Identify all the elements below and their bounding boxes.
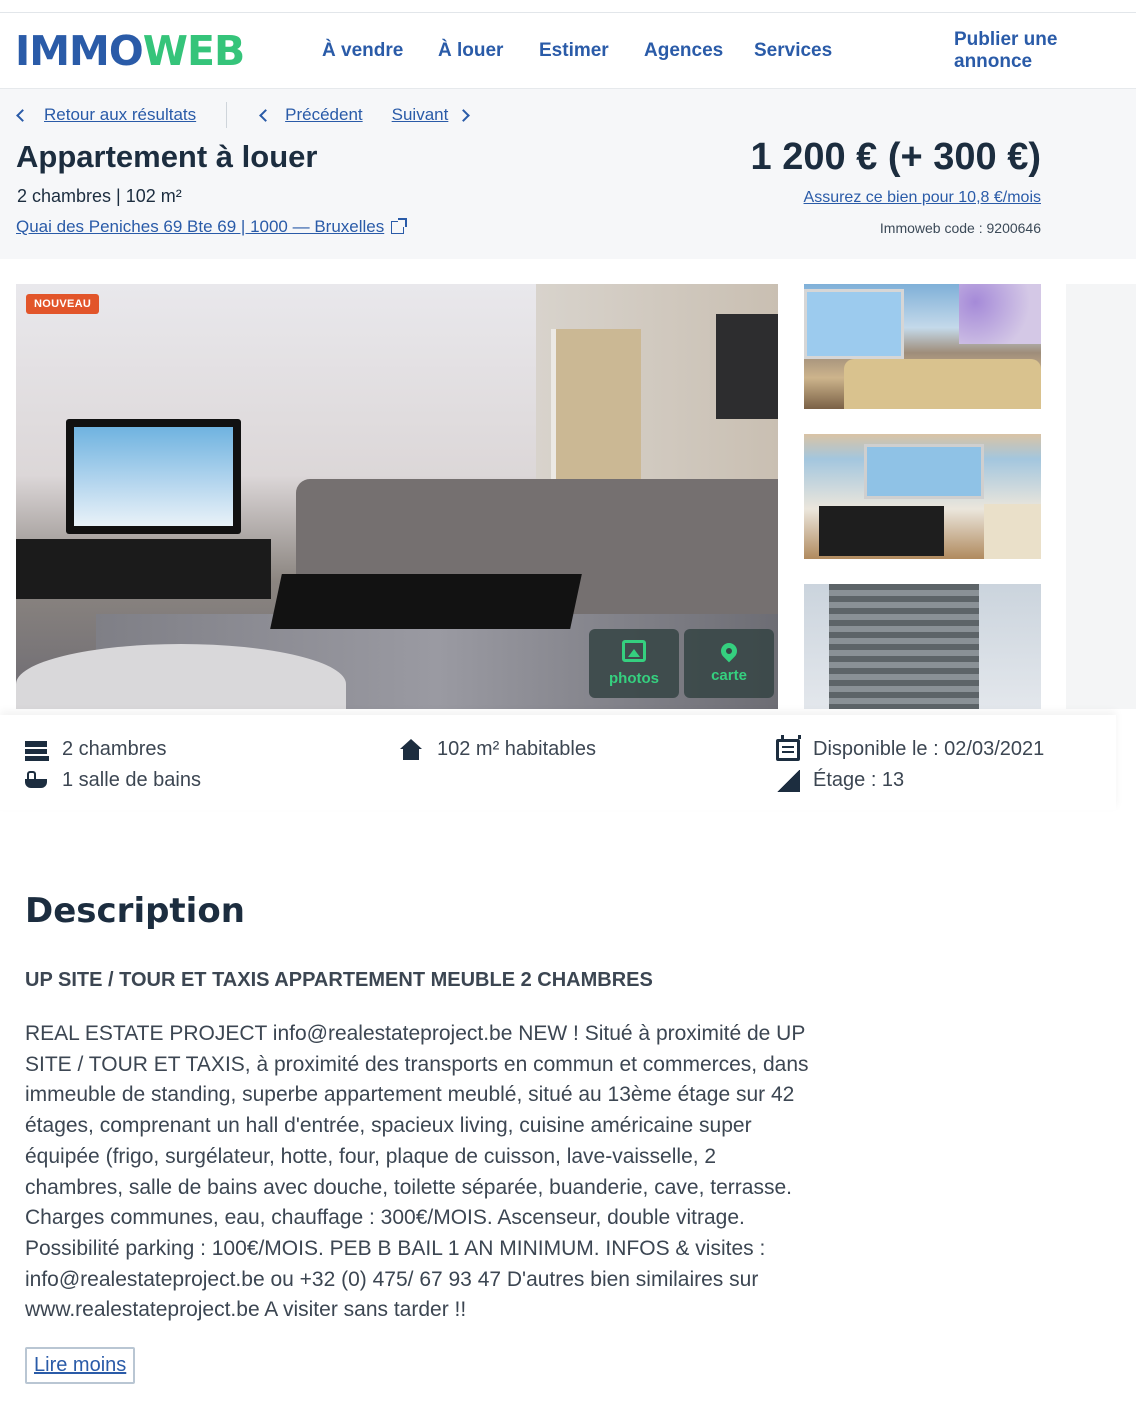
main-photo[interactable]: NOUVEAU photos carte xyxy=(16,284,778,709)
house-icon xyxy=(400,738,424,761)
feature-area: 102 m² habitables xyxy=(400,738,596,761)
thumb-tower xyxy=(829,584,979,709)
back-to-results-link[interactable]: Retour aux résultats xyxy=(44,105,196,125)
map-button[interactable]: carte xyxy=(684,629,774,698)
stairs-icon xyxy=(776,769,800,792)
logo-part-immo: IMMO xyxy=(15,27,144,75)
listing-title: Appartement à louer xyxy=(16,139,318,174)
new-badge: NOUVEAU xyxy=(26,294,100,314)
map-label: carte xyxy=(711,667,747,684)
thumbnail-living-room[interactable] xyxy=(804,284,1041,409)
thumb-lamp-glow xyxy=(959,284,1041,344)
key-features: 2 chambres 1 salle de bains 102 m² habit… xyxy=(0,715,1116,810)
photos-label: photos xyxy=(609,670,659,687)
next-photo-strip[interactable] xyxy=(1066,284,1136,709)
chevron-right-icon[interactable] xyxy=(457,108,471,122)
bedrooms-text: 2 chambres xyxy=(62,738,167,760)
feature-availability: Disponible le : 02/03/2021 xyxy=(776,734,1045,761)
top-border xyxy=(0,0,1136,13)
nav-item-a-vendre[interactable]: À vendre xyxy=(322,13,403,89)
thumbnail-building[interactable] xyxy=(804,584,1041,709)
description-subheading: UP SITE / TOUR ET TAXIS APPARTEMENT MEUB… xyxy=(25,969,653,991)
nav-item-services[interactable]: Services xyxy=(754,13,832,89)
bathrooms-text: 1 salle de bains xyxy=(62,769,201,791)
thumb-window xyxy=(864,444,984,499)
feature-floor: Étage : 13 xyxy=(776,769,904,792)
site-header: IMMOWEB À vendre À louer Estimer Agences… xyxy=(0,13,1136,89)
read-less-button[interactable]: Lire moins xyxy=(25,1347,136,1384)
calendar-icon xyxy=(776,734,801,761)
thumb-sofa xyxy=(984,504,1041,559)
next-link[interactable]: Suivant xyxy=(392,105,449,125)
thumb-sofa xyxy=(844,359,1041,409)
nav-item-agences[interactable]: Agences xyxy=(644,13,723,89)
description-body: REAL ESTATE PROJECT info@realestateproje… xyxy=(25,1022,809,1322)
logo-part-web: WEB xyxy=(142,27,245,75)
listing-header: Retour aux résultats Précédent Suivant A… xyxy=(0,89,1136,259)
publish-listing-link[interactable]: Publier une annonce xyxy=(954,13,1136,89)
photos-icon xyxy=(622,640,646,662)
nav-divider xyxy=(226,102,228,128)
photo-coffee-table xyxy=(270,574,582,629)
photo-tv-screen xyxy=(74,427,233,526)
photos-button[interactable]: photos xyxy=(589,629,679,698)
immoweb-logo[interactable]: IMMOWEB xyxy=(15,27,245,75)
feature-bathrooms: 1 salle de bains xyxy=(25,769,201,792)
photo-tv-stand xyxy=(16,539,271,599)
external-link-icon xyxy=(391,217,408,234)
bath-icon xyxy=(25,770,49,792)
nav-item-estimer[interactable]: Estimer xyxy=(539,13,609,89)
photo-poster xyxy=(716,314,778,419)
address-link[interactable]: Quai des Peniches 69 Bte 69 | 1000 — Bru… xyxy=(16,217,408,237)
area-text: 102 m² habitables xyxy=(437,738,596,760)
thumb-window xyxy=(804,289,904,359)
thumb-dining-table xyxy=(819,506,944,556)
immoweb-code: Immoweb code : 9200646 xyxy=(879,220,1041,236)
description-heading: Description xyxy=(25,891,245,931)
insurance-link[interactable]: Assurez ce bien pour 10,8 €/mois xyxy=(804,189,1041,207)
nav-item-a-louer[interactable]: À louer xyxy=(438,13,503,89)
photo-tv xyxy=(66,419,241,534)
availability-text: Disponible le : 02/03/2021 xyxy=(813,738,1045,760)
chevron-left-icon[interactable] xyxy=(16,108,29,122)
floor-text: Étage : 13 xyxy=(813,769,905,791)
result-navigation: Retour aux résultats Précédent Suivant xyxy=(16,102,471,128)
chevron-left-icon[interactable] xyxy=(259,108,273,122)
previous-link[interactable]: Précédent xyxy=(285,105,363,125)
map-pin-icon xyxy=(717,639,741,663)
address-text[interactable]: Quai des Peniches 69 Bte 69 | 1000 — Bru… xyxy=(16,217,384,237)
thumbnail-dining-room[interactable] xyxy=(804,434,1041,559)
feature-bedrooms: 2 chambres xyxy=(25,738,167,761)
listing-subtitle: 2 chambres | 102 m² xyxy=(17,186,182,206)
listing-price: 1 200 € (+ 300 €) xyxy=(750,136,1042,178)
bed-icon xyxy=(25,739,49,761)
